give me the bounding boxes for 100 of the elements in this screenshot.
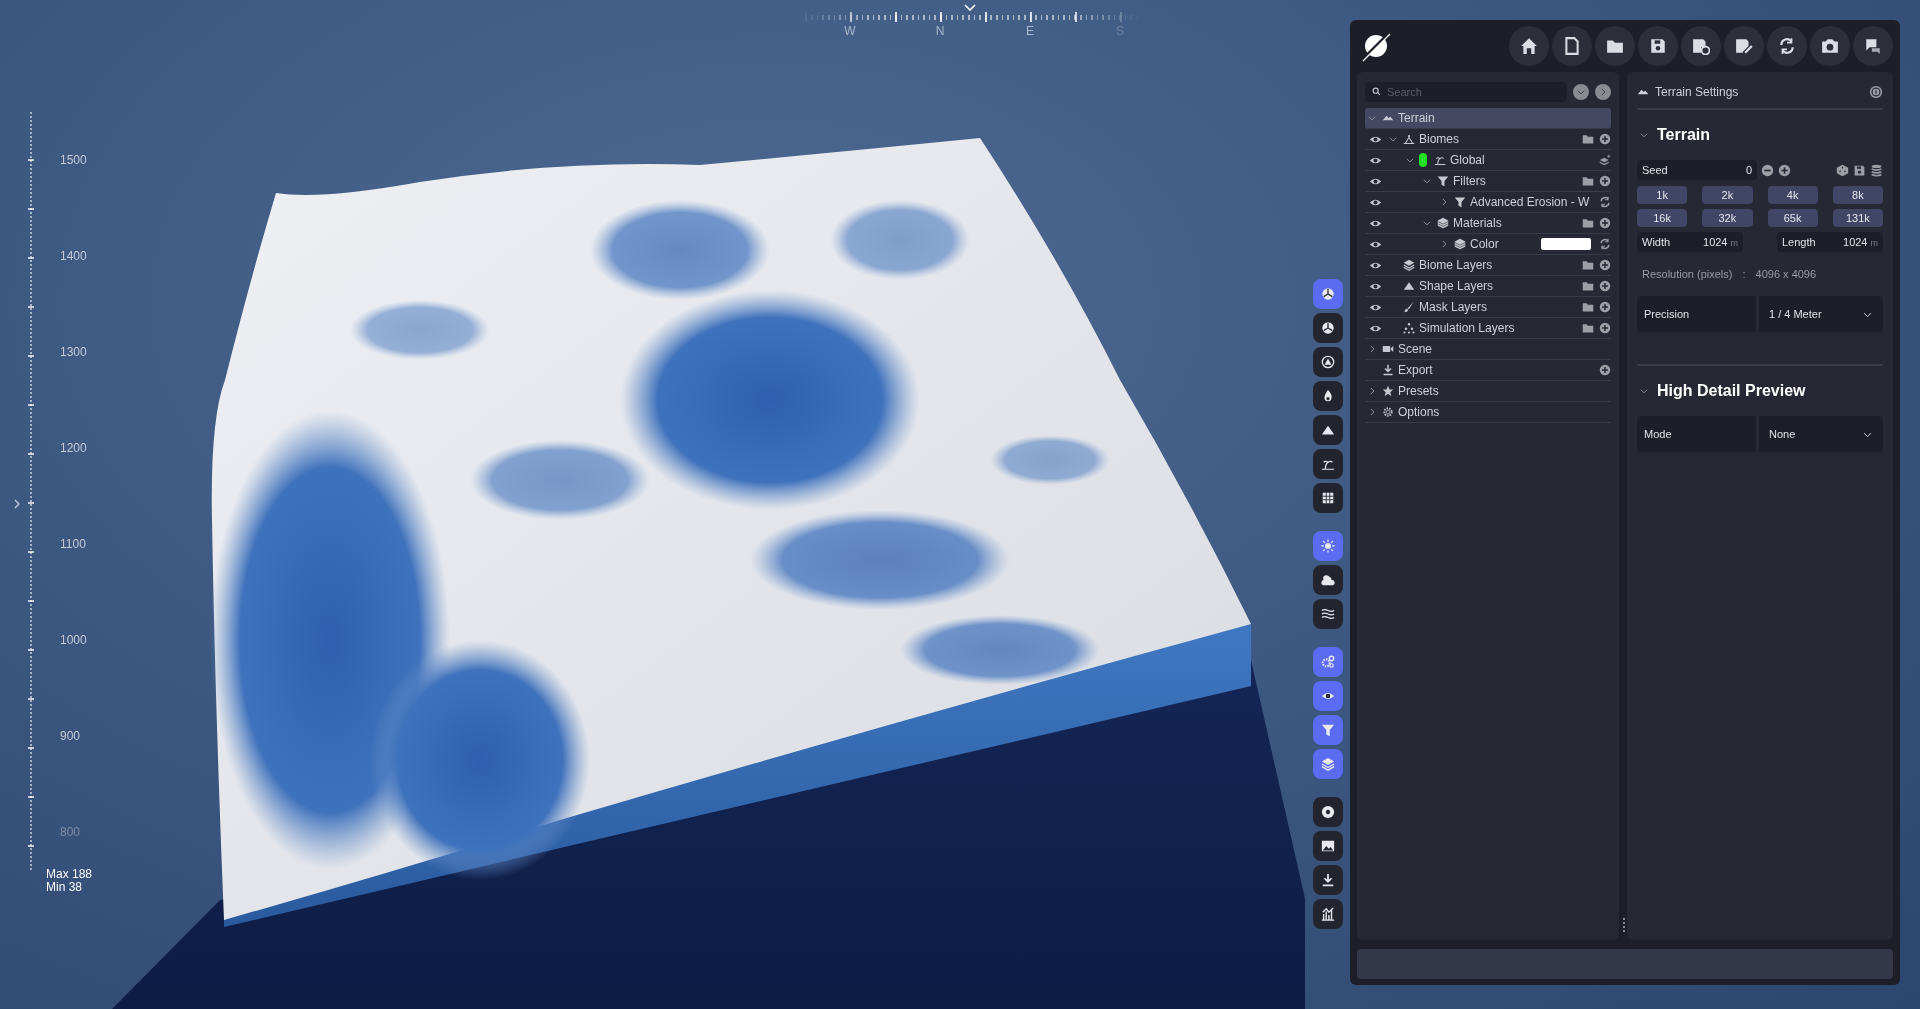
color-swatch[interactable]: [1541, 238, 1591, 250]
tree-row[interactable]: Advanced Erosion - W: [1365, 192, 1611, 213]
new-file-button[interactable]: [1552, 26, 1592, 66]
tree-row[interactable]: Export: [1365, 360, 1611, 381]
folder-button[interactable]: [1582, 175, 1594, 187]
tree-row[interactable]: Presets: [1365, 381, 1611, 402]
chevron-icon[interactable]: [1367, 407, 1377, 417]
chevron-icon[interactable]: [1422, 218, 1432, 228]
chevron-icon[interactable]: [1388, 134, 1398, 144]
folder-button[interactable]: [1582, 280, 1594, 292]
size-preset-button[interactable]: 2k: [1702, 186, 1753, 204]
save-seed-button[interactable]: [1853, 163, 1866, 177]
section-header[interactable]: Terrain: [1637, 110, 1711, 160]
tree-row[interactable]: Biomes: [1365, 129, 1611, 150]
folder-button[interactable]: [1582, 133, 1594, 145]
edit-button[interactable]: [1724, 26, 1764, 66]
chevron-icon[interactable]: [1439, 239, 1449, 249]
folder-button[interactable]: [1582, 301, 1594, 313]
tree-row[interactable]: Global: [1365, 150, 1611, 171]
tool-button[interactable]: [1313, 279, 1343, 309]
refresh-button[interactable]: [1599, 196, 1611, 208]
tool-button[interactable]: [1313, 449, 1343, 479]
precision-dropdown[interactable]: 1 / 4 Meter: [1759, 296, 1883, 332]
tree-row[interactable]: Options: [1365, 402, 1611, 423]
tree-row[interactable]: Biome Layers: [1365, 255, 1611, 276]
tree-row[interactable]: Materials: [1365, 213, 1611, 234]
tool-button[interactable]: [1313, 831, 1343, 861]
decrement-button[interactable]: [1761, 163, 1774, 177]
folder-button[interactable]: [1582, 322, 1594, 334]
chevron-icon[interactable]: [1367, 344, 1377, 354]
tree-row[interactable]: Simulation Layers: [1365, 318, 1611, 339]
tool-button[interactable]: [1313, 483, 1343, 513]
tool-button[interactable]: [1313, 865, 1343, 895]
tool-button[interactable]: [1313, 749, 1343, 779]
add-button[interactable]: [1599, 175, 1611, 187]
folder-button[interactable]: [1582, 217, 1594, 229]
tree-row[interactable]: Scene: [1365, 339, 1611, 360]
save-as-button[interactable]: [1681, 26, 1721, 66]
tool-button[interactable]: [1313, 715, 1343, 745]
add-button[interactable]: [1599, 322, 1611, 334]
tool-button[interactable]: [1313, 347, 1343, 377]
home-button[interactable]: [1509, 26, 1549, 66]
increment-button[interactable]: [1778, 163, 1791, 177]
chevron-icon[interactable]: [1439, 197, 1449, 207]
chevron-icon[interactable]: [1422, 176, 1432, 186]
add-button[interactable]: [1599, 259, 1611, 271]
dimension-field[interactable]: Width 1024 m: [1637, 232, 1743, 252]
size-preset-button[interactable]: 4k: [1767, 186, 1818, 204]
open-button[interactable]: [1595, 26, 1635, 66]
add-layer-button[interactable]: [1599, 154, 1611, 166]
size-preset-button[interactable]: 65k: [1767, 209, 1818, 227]
refresh-button[interactable]: [1599, 238, 1611, 250]
brush-icon: [1403, 301, 1415, 313]
seed-field[interactable]: Seed 0: [1637, 160, 1757, 180]
layers-icon: [1321, 757, 1335, 771]
size-preset-button[interactable]: 1k: [1637, 186, 1688, 204]
search-field[interactable]: Search: [1365, 82, 1567, 102]
tool-button[interactable]: [1313, 415, 1343, 445]
add-button[interactable]: [1599, 280, 1611, 292]
tool-button[interactable]: [1313, 599, 1343, 629]
tool-button[interactable]: [1313, 313, 1343, 343]
tree-row[interactable]: Shape Layers: [1365, 276, 1611, 297]
size-preset-button[interactable]: 32k: [1702, 209, 1753, 227]
size-preset-button[interactable]: 8k: [1832, 186, 1883, 204]
chevron-icon[interactable]: [1367, 386, 1377, 396]
tree-row[interactable]: Color: [1365, 234, 1611, 255]
add-button[interactable]: [1599, 301, 1611, 313]
randomize-button[interactable]: [1836, 163, 1849, 177]
dimension-field[interactable]: Length 1024 m: [1777, 232, 1883, 252]
seed-list-button[interactable]: [1870, 163, 1883, 177]
chevron-icon[interactable]: [1405, 155, 1415, 165]
folder-button[interactable]: [1582, 259, 1594, 271]
chevron-icon[interactable]: [1367, 113, 1377, 123]
save-button[interactable]: [1638, 26, 1678, 66]
size-preset-button[interactable]: 131k: [1832, 209, 1883, 227]
field-label: Precision: [1637, 296, 1756, 332]
tool-button[interactable]: [1313, 797, 1343, 827]
add-button[interactable]: [1599, 133, 1611, 145]
size-preset-button[interactable]: 16k: [1637, 209, 1688, 227]
chevron-icon[interactable]: [12, 498, 22, 510]
tool-button[interactable]: [1313, 565, 1343, 595]
resize-handle[interactable]: [1623, 918, 1625, 932]
tool-button[interactable]: [1313, 531, 1343, 561]
tree-row[interactable]: Filters: [1365, 171, 1611, 192]
add-button[interactable]: [1599, 217, 1611, 229]
expand-button[interactable]: [1595, 84, 1611, 100]
mode-dropdown[interactable]: None: [1759, 416, 1883, 452]
collapse-button[interactable]: [1573, 84, 1589, 100]
refresh-button[interactable]: [1767, 26, 1807, 66]
tool-button[interactable]: [1313, 647, 1343, 677]
tree-row[interactable]: Terrain: [1365, 108, 1611, 129]
tool-button[interactable]: [1313, 381, 1343, 411]
section-header[interactable]: High Detail Preview: [1637, 366, 1806, 416]
help-button[interactable]: [1853, 26, 1893, 66]
screenshot-button[interactable]: [1810, 26, 1850, 66]
tree-row[interactable]: Mask Layers: [1365, 297, 1611, 318]
tool-button[interactable]: [1313, 899, 1343, 929]
waves-icon: [1321, 607, 1335, 621]
info-button[interactable]: [1869, 85, 1883, 99]
add-button[interactable]: [1599, 364, 1611, 376]
